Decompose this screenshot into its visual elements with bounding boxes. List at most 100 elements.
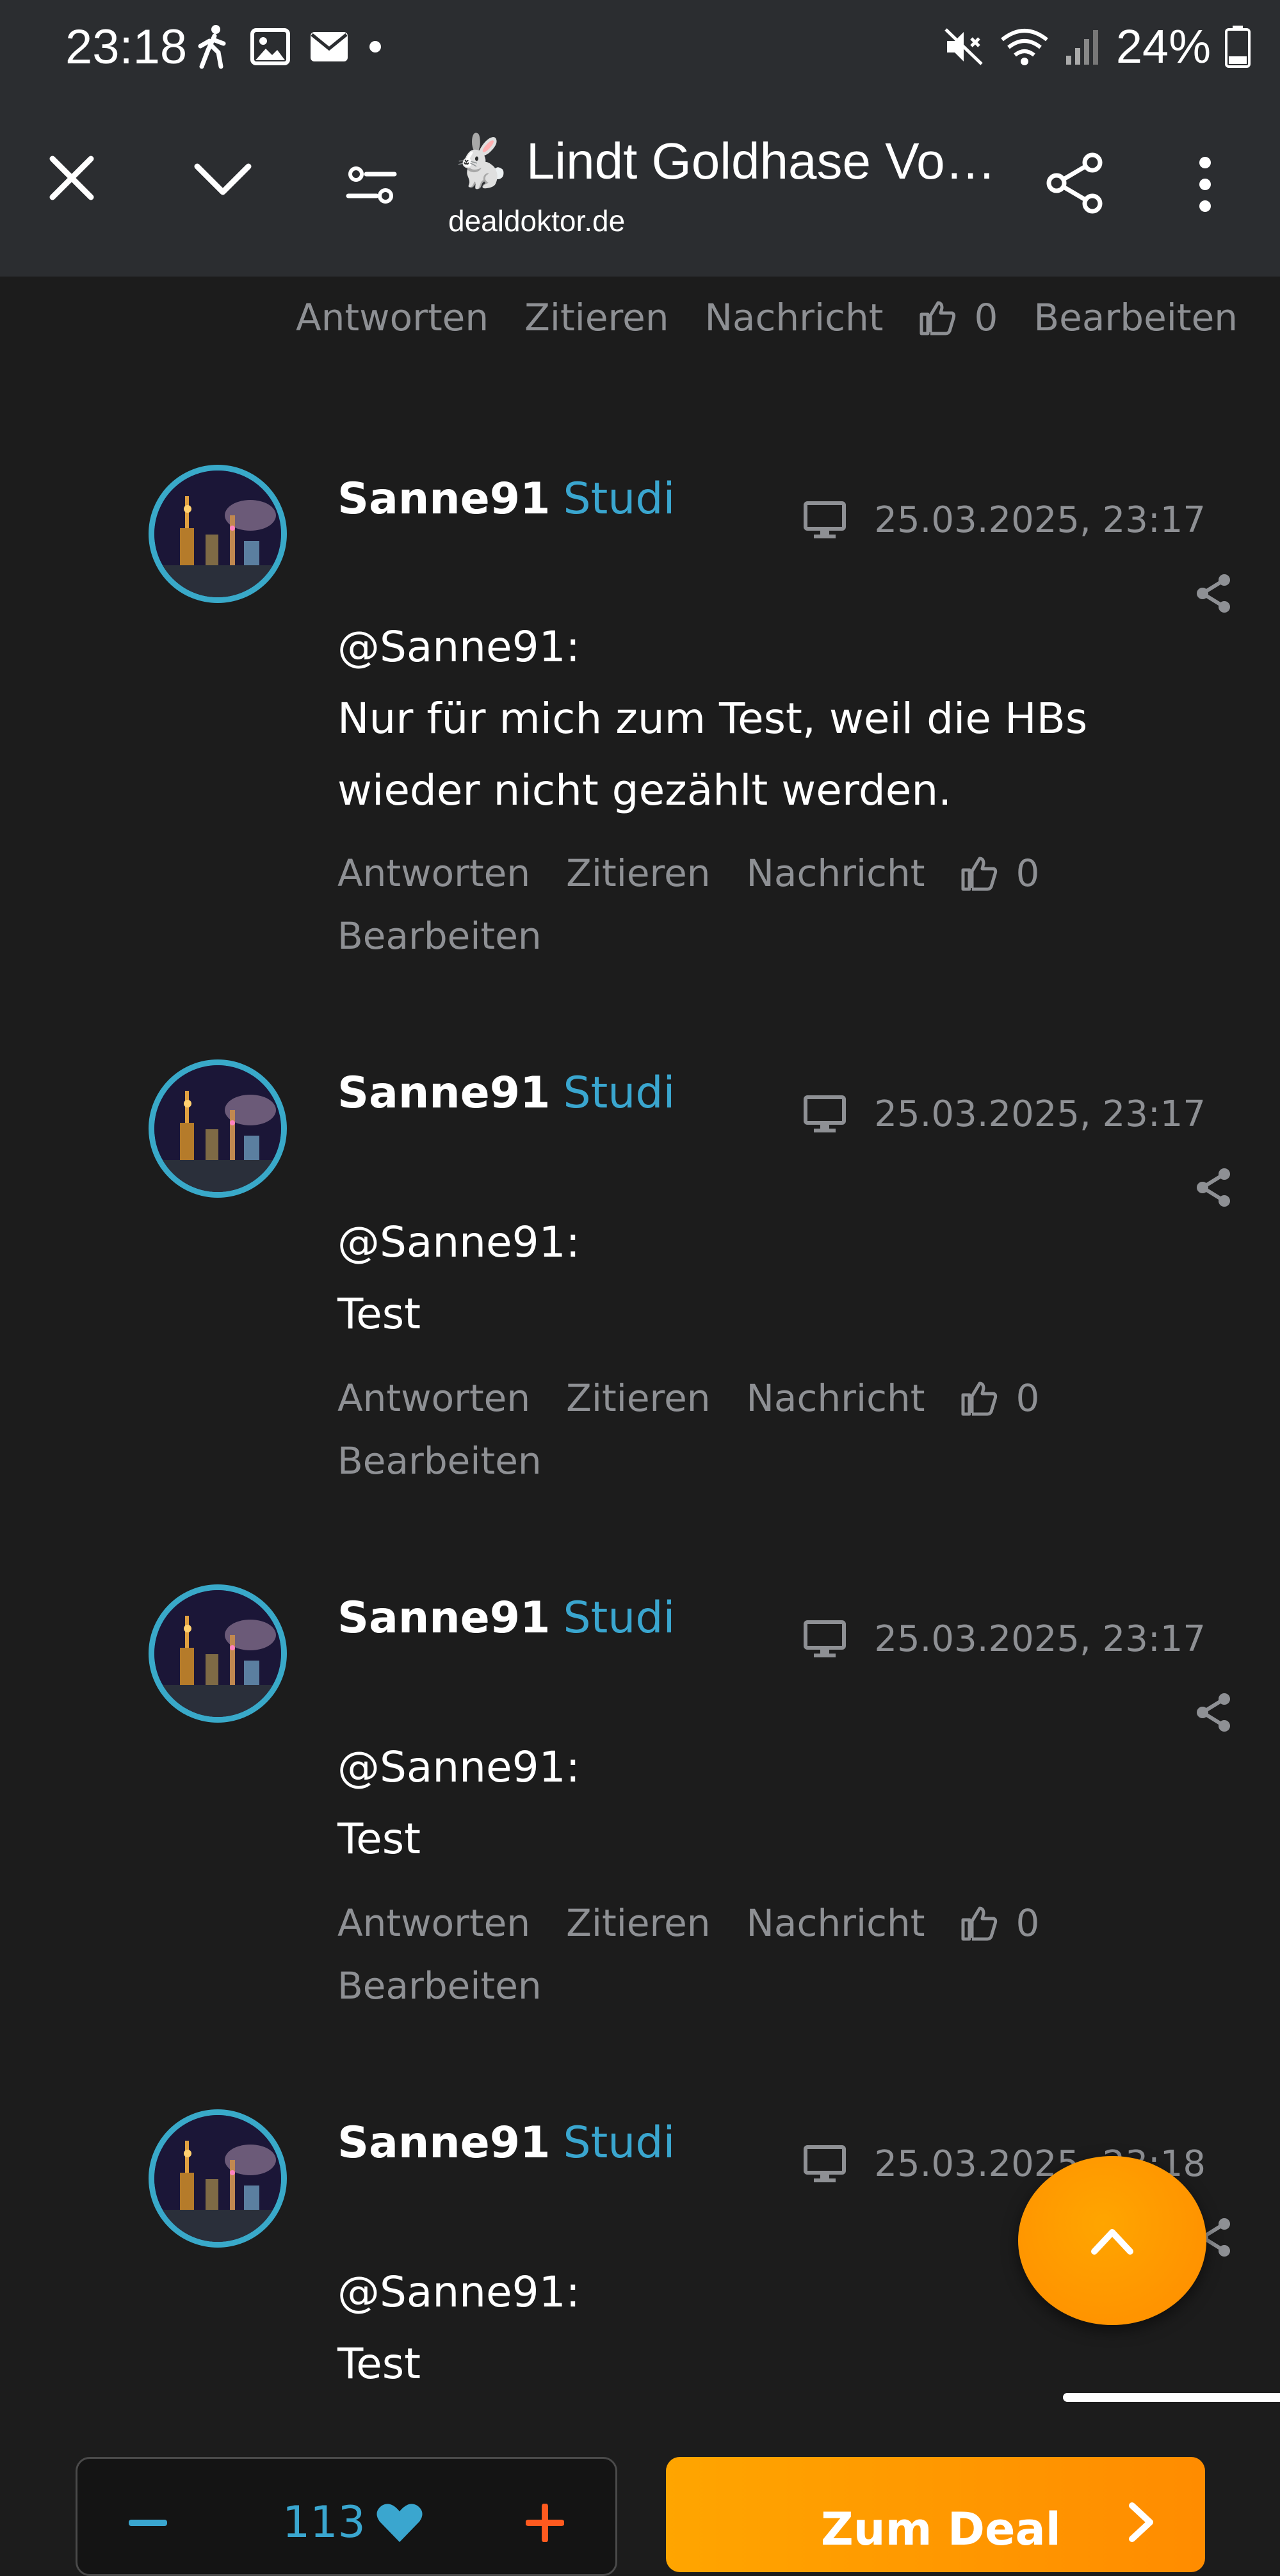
like-count: 0 [974, 296, 998, 339]
walking-icon [198, 25, 226, 69]
reply-link[interactable]: Antworten [337, 1376, 530, 1420]
comment-actions-previous: Antworten Zitieren Nachricht 0 Bearbeite… [296, 296, 1256, 339]
author-name[interactable]: Sanne91 [337, 2118, 550, 2168]
reply-link[interactable]: Antworten [337, 1901, 530, 1945]
upvote-button[interactable] [526, 2504, 564, 2542]
vote-widget: 113 [76, 2457, 617, 2576]
avatar[interactable] [149, 2109, 287, 2248]
reply-link[interactable]: Antworten [296, 296, 489, 339]
downvote-button[interactable] [129, 2520, 167, 2526]
comment-author[interactable]: Sanne91 Studi [337, 474, 675, 524]
scroll-to-top-button[interactable] [1018, 2156, 1206, 2325]
vote-score: 113 [282, 2497, 423, 2548]
mute-vibrate-icon [944, 28, 983, 65]
like-count: 0 [1016, 1901, 1040, 1945]
like-count: 0 [1016, 1376, 1040, 1420]
desktop-icon [804, 1620, 847, 1657]
edit-link[interactable]: Bearbeiten [337, 1964, 542, 2008]
battery-percent: 24% [1115, 20, 1211, 73]
thumbs-up-icon [961, 857, 998, 891]
status-notification-icons [195, 24, 382, 69]
comment-mention[interactable]: @Sanne91: [337, 611, 1234, 683]
comment-actions: Antworten Zitieren Nachricht 0 Bearbeite… [337, 1901, 1055, 2008]
desktop-icon [804, 1095, 847, 1132]
message-link[interactable]: Nachricht [747, 1901, 925, 1945]
quote-link[interactable]: Zitieren [566, 1376, 710, 1420]
dot-icon [369, 41, 381, 52]
vote-count: 113 [282, 2497, 366, 2548]
comment-body: @Sanne91: Test [337, 1732, 1234, 1875]
comment-text: Test [337, 2339, 421, 2388]
share-icon [1197, 574, 1230, 613]
page-domain: dealdoktor.de [448, 204, 626, 237]
comment-author[interactable]: Sanne91 Studi [337, 2118, 675, 2168]
quote-link[interactable]: Zitieren [566, 1901, 710, 1945]
avatar-city-night-image [154, 2115, 281, 2242]
thumbs-up-icon [961, 1381, 998, 1416]
avatar[interactable] [149, 1584, 287, 1723]
go-to-deal-button[interactable]: Zum Deal [666, 2457, 1205, 2572]
comment-share-button[interactable] [1195, 1168, 1232, 1210]
thumbs-up-icon [961, 1906, 998, 1941]
close-icon [49, 156, 94, 200]
comment-mention[interactable]: @Sanne91: [337, 1207, 1234, 1278]
like-button[interactable]: 0 [960, 851, 1039, 895]
message-link[interactable]: Nachricht [747, 1376, 925, 1420]
comment-mention[interactable]: @Sanne91: [337, 1732, 1234, 1803]
share-button[interactable] [1042, 151, 1109, 218]
comment-text: Test [337, 1289, 421, 1339]
like-button[interactable]: 0 [960, 1901, 1039, 1945]
reply-link[interactable]: Antworten [337, 851, 530, 895]
battery-icon [1225, 25, 1251, 68]
comment-meta: 25.03.2025, 23:17 [804, 1618, 1206, 1660]
share-icon [1046, 152, 1103, 214]
collapse-button[interactable] [192, 160, 256, 211]
chevron-right-icon [1129, 2502, 1153, 2542]
author-role: Studi [563, 474, 676, 524]
author-name[interactable]: Sanne91 [337, 1593, 550, 1643]
image-icon [250, 28, 290, 65]
author-name[interactable]: Sanne91 [337, 1068, 550, 1118]
comment-timestamp: 25.03.2025, 23:17 [874, 1093, 1206, 1135]
edit-link[interactable]: Bearbeiten [337, 914, 542, 958]
deal-button-label: Zum Deal [821, 2503, 1061, 2556]
comment-share-button[interactable] [1195, 574, 1232, 616]
heart-icon [377, 2503, 423, 2542]
comment-author[interactable]: Sanne91 Studi [337, 1068, 675, 1118]
comment-text: Nur für mich zum Test, weil die HBs wied… [337, 694, 1088, 815]
desktop-icon [804, 2145, 847, 2182]
avatar[interactable] [149, 465, 287, 603]
more-vert-icon [1199, 157, 1211, 212]
comment-author[interactable]: Sanne91 Studi [337, 1593, 675, 1643]
edit-link[interactable]: Bearbeiten [1033, 296, 1238, 339]
avatar-city-night-image [154, 471, 281, 597]
comment-timestamp: 25.03.2025, 23:17 [874, 1618, 1206, 1660]
close-button[interactable] [46, 152, 110, 216]
status-system-icons: 24% [943, 19, 1251, 74]
author-role: Studi [563, 1593, 676, 1643]
quote-link[interactable]: Zitieren [566, 851, 710, 895]
author-role: Studi [563, 1068, 676, 1118]
more-options-button[interactable] [1192, 154, 1224, 218]
page-settings-button[interactable] [346, 160, 403, 218]
comment-timestamp: 25.03.2025, 23:17 [874, 499, 1206, 541]
edit-link[interactable]: Bearbeiten [337, 1439, 542, 1483]
like-button[interactable]: 0 [960, 1376, 1039, 1420]
chevron-up-icon [1091, 2229, 1133, 2255]
comment-meta: 25.03.2025, 23:17 [804, 499, 1206, 541]
message-link[interactable]: Nachricht [705, 296, 884, 339]
author-name[interactable]: Sanne91 [337, 474, 550, 524]
wifi-icon [1001, 28, 1048, 65]
status-time: 23:18 [65, 20, 188, 74]
edge-handle[interactable] [1063, 2393, 1280, 2402]
comment-text: Test [337, 1814, 421, 1864]
comment-share-button[interactable] [1195, 1693, 1232, 1735]
author-role: Studi [563, 2118, 676, 2168]
quote-link[interactable]: Zitieren [524, 296, 668, 339]
comment-body: @Sanne91: Nur für mich zum Test, weil di… [337, 611, 1234, 826]
avatar[interactable] [149, 1059, 287, 1198]
like-button[interactable]: 0 [919, 296, 998, 339]
avatar-city-night-image [154, 1590, 281, 1717]
comment-actions: Antworten Zitieren Nachricht 0 Bearbeite… [337, 851, 1055, 958]
message-link[interactable]: Nachricht [747, 851, 925, 895]
